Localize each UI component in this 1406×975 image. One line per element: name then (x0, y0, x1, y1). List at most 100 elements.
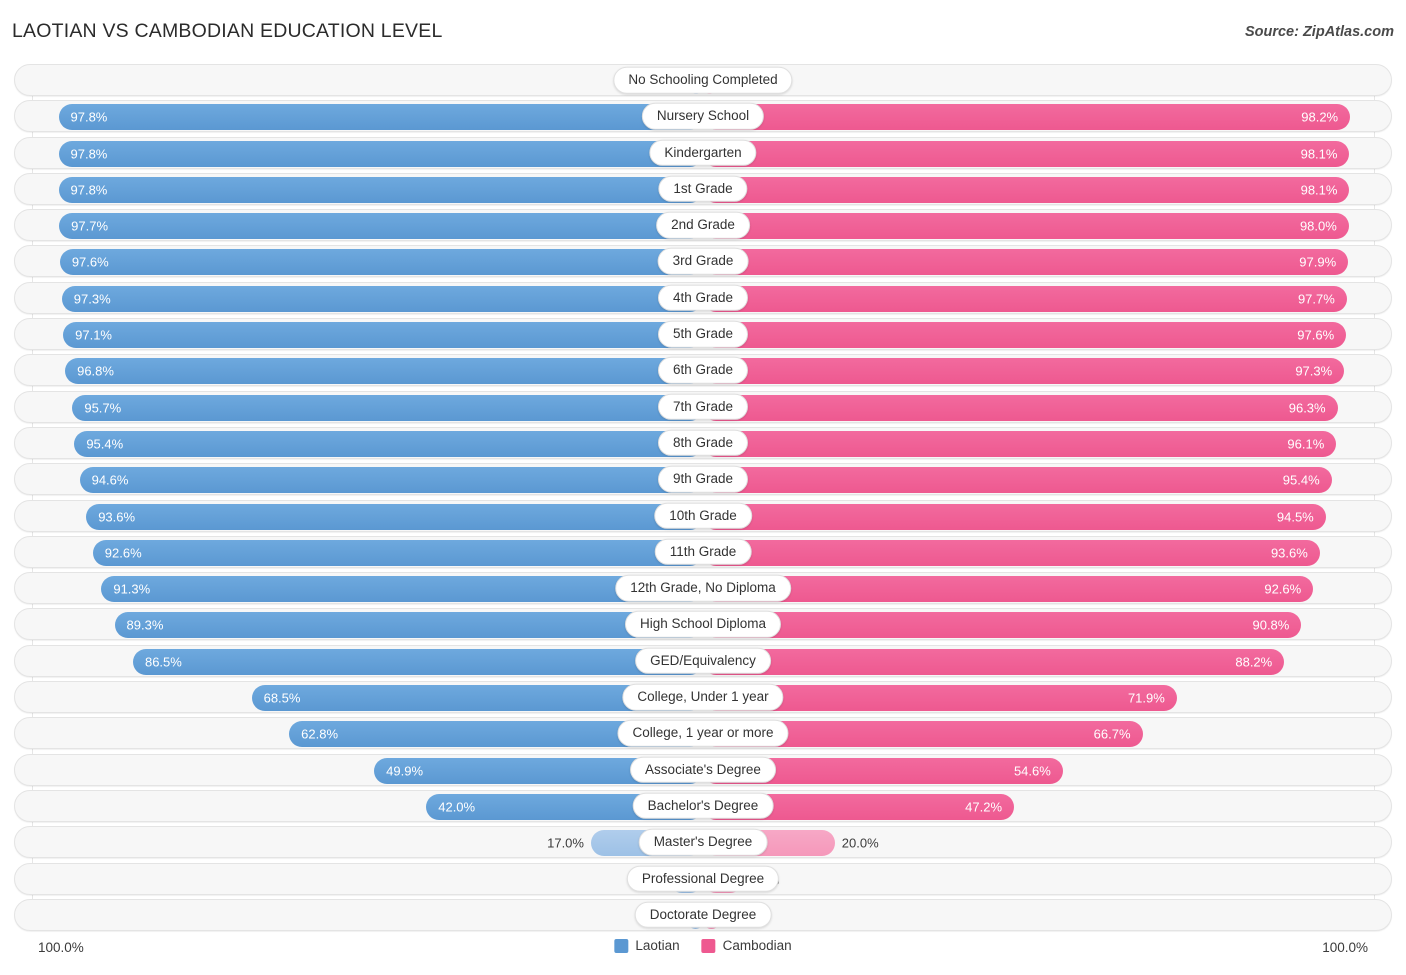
bar-value-laotian: 97.1% (75, 327, 112, 343)
chart-row[interactable]: 97.8% 98.1% 1st Grade (14, 172, 1392, 205)
category-label: GED/Equivalency (635, 647, 771, 674)
bar-value-cambodian: 54.6% (1013, 763, 1051, 779)
bar-cambodian[interactable]: 97.3% (703, 358, 1345, 385)
bar-cambodian[interactable]: 97.7% (703, 285, 1347, 312)
chart-rows: 2.2%1.9%No Schooling Completed 97.8% 98.2%… (0, 64, 1406, 935)
bar-value-cambodian: 95.4% (1282, 472, 1320, 488)
bar-laotian[interactable]: 97.8% (58, 140, 703, 167)
chart-row[interactable]: 86.5% 88.2% GED/Equivalency (14, 644, 1392, 677)
chart-row[interactable]: 91.3% 92.6% 12th Grade, No Diploma (14, 572, 1392, 605)
bar-value-laotian: 91.3% (113, 581, 151, 597)
category-label: Doctorate Degree (634, 901, 772, 929)
bar-laotian[interactable]: 91.3% (101, 576, 703, 603)
chart-row[interactable]: 49.9% 54.6% Associate's Degree (14, 753, 1392, 786)
bar-value-cambodian: 97.9% (1299, 254, 1337, 270)
chart-row[interactable]: 17.0% 20.0% Master's Degree (14, 826, 1392, 859)
bar-cambodian[interactable]: 96.1% (703, 430, 1337, 457)
bar-laotian[interactable]: 96.8% (65, 358, 703, 385)
chart-row[interactable]: 95.4% 96.1% 8th Grade (14, 426, 1392, 459)
bar-laotian[interactable]: 92.6% (92, 539, 703, 566)
category-label: Nursery School (641, 103, 765, 130)
bar-value-laotian: 68.5% (263, 690, 301, 706)
legend-label-laotian: Laotian (635, 938, 680, 954)
bar-laotian[interactable]: 95.7% (72, 394, 703, 421)
bar-value-laotian: 97.6% (71, 254, 109, 270)
bar-value-laotian: 92.6% (104, 545, 142, 561)
chart-row[interactable]: 89.3% 90.8% High School Diploma (14, 608, 1392, 641)
bar-cambodian[interactable]: 92.6% (703, 576, 1314, 603)
bar-laotian[interactable]: 97.1% (63, 322, 703, 349)
bar-value-cambodian: 94.5% (1276, 509, 1314, 525)
chart-row[interactable]: 2.3%2.6%Doctorate Degree (14, 898, 1392, 931)
bar-laotian[interactable]: 97.8% (58, 104, 703, 131)
axis-min-label: 100.0% (38, 940, 84, 955)
bar-value-laotian: 62.8% (301, 726, 339, 742)
bar-value-cambodian: 47.2% (965, 799, 1003, 815)
chart-row[interactable]: 97.6% 97.9% 3rd Grade (14, 245, 1392, 278)
bar-laotian[interactable]: 95.4% (74, 430, 703, 457)
bar-laotian[interactable]: 89.3% (114, 612, 703, 639)
bar-value-laotian: 97.8% (70, 109, 108, 125)
chart-row[interactable]: 5.2%6.0%Professional Degree (14, 862, 1392, 895)
category-label: 6th Grade (657, 357, 749, 384)
bar-laotian[interactable]: 97.8% (58, 176, 703, 203)
chart-row[interactable]: 97.8% 98.1% Kindergarten (14, 136, 1392, 169)
bar-value-laotian: 97.7% (71, 218, 109, 234)
legend-item-cambodian[interactable]: Cambodian (701, 939, 792, 953)
chart-row[interactable]: 97.8% 98.2% Nursery School (14, 100, 1392, 133)
bar-value-laotian: 49.9% (386, 763, 424, 779)
chart-row[interactable]: 68.5% 71.9% College, Under 1 year (14, 681, 1392, 714)
category-label: Bachelor's Degree (632, 792, 774, 820)
category-label: 8th Grade (657, 429, 749, 457)
category-label: Master's Degree (638, 828, 768, 856)
bar-cambodian[interactable]: 90.8% (703, 612, 1302, 639)
bar-value-laotian: 93.6% (98, 509, 136, 525)
category-label: Professional Degree (626, 865, 780, 892)
chart-row[interactable]: 92.6% 93.6% 11th Grade (14, 535, 1392, 568)
category-label: College, Under 1 year (622, 683, 784, 711)
chart-row[interactable]: 95.7% 96.3% 7th Grade (14, 390, 1392, 423)
chart-row[interactable]: 42.0% 47.2% Bachelor's Degree (14, 789, 1392, 822)
bar-value-cambodian: 90.8% (1252, 617, 1290, 633)
page-title: LAOTIAN VS CAMBODIAN EDUCATION LEVEL (12, 20, 443, 42)
bar-laotian[interactable]: 97.6% (59, 249, 703, 276)
chart-row[interactable]: 62.8% 66.7% College, 1 year or more (14, 717, 1392, 750)
bar-cambodian[interactable]: 98.1% (703, 176, 1350, 203)
chart-row[interactable]: 2.2%1.9%No Schooling Completed (14, 64, 1392, 96)
category-label: College, 1 year or more (617, 720, 789, 747)
chart-row[interactable]: 97.1% 97.6% 5th Grade (14, 318, 1392, 351)
bar-cambodian[interactable]: 98.0% (703, 213, 1349, 240)
bar-laotian[interactable]: 94.6% (79, 467, 703, 494)
chart-row[interactable]: 94.6% 95.4% 9th Grade (14, 463, 1392, 496)
category-label: No Schooling Completed (613, 66, 793, 94)
chart-row[interactable]: 93.6% 94.5% 10th Grade (14, 499, 1392, 532)
source-attribution: Source: ZipAtlas.com (1244, 24, 1394, 40)
bar-value-cambodian: 98.1% (1300, 146, 1338, 162)
bar-laotian[interactable]: 93.6% (86, 503, 703, 530)
legend-swatch-cambodian (701, 939, 716, 953)
bar-cambodian[interactable]: 93.6% (703, 539, 1320, 566)
bar-cambodian[interactable]: 97.9% (703, 249, 1349, 276)
bar-cambodian[interactable]: 94.5% (703, 503, 1326, 530)
chart-row[interactable]: 97.3% 97.7% 4th Grade (14, 281, 1392, 314)
bar-value-cambodian: 96.3% (1288, 400, 1326, 416)
bar-value-cambodian: 93.6% (1270, 545, 1308, 561)
bar-cambodian[interactable]: 98.1% (703, 140, 1350, 167)
bar-laotian[interactable]: 97.7% (59, 213, 703, 240)
chart-row[interactable]: 97.7% 98.0% 2nd Grade (14, 209, 1392, 242)
bar-cambodian[interactable]: 88.2% (703, 648, 1285, 675)
bar-cambodian[interactable]: 95.4% (703, 467, 1332, 494)
category-label: 11th Grade (654, 538, 752, 566)
chart-row[interactable]: 96.8% 97.3% 6th Grade (14, 354, 1392, 387)
bar-laotian[interactable]: 97.3% (61, 285, 703, 312)
bar-cambodian[interactable]: 97.6% (703, 322, 1347, 349)
bar-value-cambodian: 20.0% (841, 835, 879, 851)
bar-laotian[interactable]: 86.5% (132, 648, 703, 675)
category-label: 9th Grade (657, 466, 749, 493)
bar-value-cambodian: 92.6% (1264, 581, 1302, 597)
chart-legend: Laotian Cambodian (614, 938, 792, 954)
bar-cambodian[interactable]: 96.3% (703, 394, 1338, 421)
bar-value-cambodian: 96.1% (1287, 436, 1325, 452)
bar-cambodian[interactable]: 98.2% (703, 104, 1351, 131)
legend-item-laotian[interactable]: Laotian (614, 938, 680, 954)
